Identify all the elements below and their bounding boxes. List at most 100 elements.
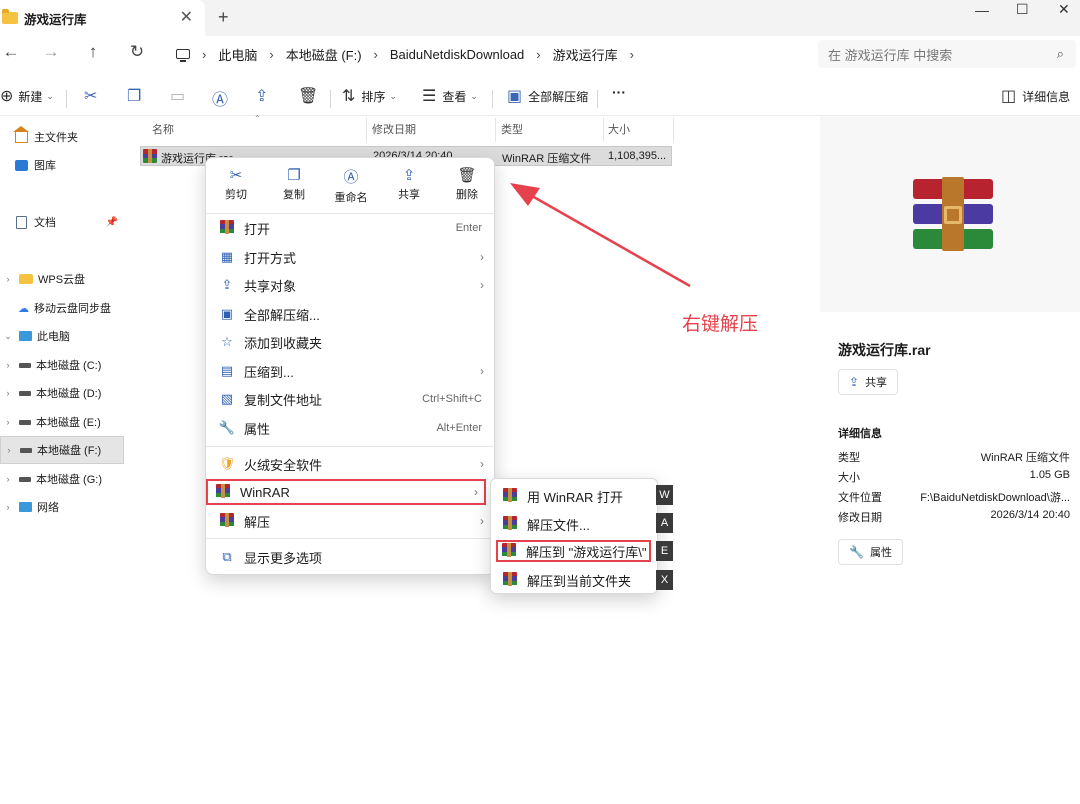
menu-item-extract-all[interactable]: ▣ 全部解压缩... [212, 301, 490, 327]
chevron-right-icon[interactable]: › [202, 47, 206, 62]
column-header-date[interactable]: 修改日期 [372, 121, 416, 137]
forward-button[interactable]: → [40, 42, 62, 62]
sidebar-item-home[interactable]: 主文件夹 [0, 124, 124, 150]
breadcrumb-item[interactable]: 游戏运行库 [553, 45, 618, 64]
ctx-rename-button[interactable]: Ⓐ 重命名 [324, 166, 378, 205]
rename-icon: Ⓐ [212, 92, 229, 109]
more-options-button[interactable]: ··· [612, 84, 626, 100]
menu-item-extract[interactable]: 解压 › [212, 508, 490, 534]
sidebar-item-drive-f[interactable]: › 本地磁盘 (F:) [0, 436, 124, 464]
delete-button[interactable]: 🗑 [298, 86, 318, 106]
rename-button[interactable]: Ⓐ [212, 86, 228, 110]
menu-item-winrar[interactable]: WinRAR › [206, 479, 486, 505]
divider [330, 90, 331, 108]
maximize-button[interactable]: ☐ [1016, 1, 1029, 21]
search-input[interactable]: 在 游戏运行库 中搜索 ⌕ [818, 40, 1076, 68]
details-pane-button[interactable]: ◫ 详细信息 [1001, 86, 1070, 106]
column-header-name[interactable]: 名称 [152, 121, 174, 137]
winrar-icon [503, 487, 517, 505]
copy-button[interactable]: ❐ [127, 86, 141, 106]
details-share-button[interactable]: ⇪ 共享 [838, 369, 899, 395]
menu-item-open-with[interactable]: ▦ 打开方式 › [212, 244, 490, 270]
paste-button[interactable]: ▭ [170, 86, 185, 106]
sidebar-item-gallery[interactable]: 图库 [0, 152, 124, 178]
menu-item-compress-to[interactable]: ▤ 压缩到... › [212, 358, 490, 384]
sidebar-item-this-pc[interactable]: ⌄ 此电脑 [0, 323, 124, 349]
column-header-type[interactable]: 类型 [501, 121, 523, 137]
chevron-right-icon[interactable]: › [269, 47, 273, 62]
sidebar-item-network[interactable]: › 网络 [0, 494, 124, 520]
sidebar-item-drive-c[interactable]: › 本地磁盘 (C:) [0, 352, 124, 378]
winrar-icon [214, 483, 232, 501]
share-button[interactable]: ⇪ [255, 86, 268, 106]
chevron-right-icon[interactable]: › [4, 445, 14, 455]
tab-active[interactable]: 游戏运行库 ✕ [0, 0, 205, 36]
cut-button[interactable]: ✂ [84, 86, 97, 106]
column-header-size[interactable]: 大小 [608, 121, 630, 137]
sidebar-item-drive-e[interactable]: › 本地磁盘 (E:) [0, 409, 124, 435]
sidebar-item-mobile-cloud[interactable]: ☁ 移动云盘同步盘 [0, 295, 124, 321]
submenu-item-label: 解压文件... [527, 517, 590, 533]
ctx-share-button[interactable]: ⇪ 共享 [382, 166, 436, 202]
menu-item-more-options[interactable]: ⧉ 显示更多选项 [212, 544, 490, 570]
chevron-down-icon[interactable]: ⌄ [3, 331, 13, 342]
extract-all-button[interactable]: ▣ 全部解压缩 [507, 86, 588, 106]
view-label: 查看 [442, 89, 467, 104]
sidebar-item-drive-g[interactable]: › 本地磁盘 (G:) [0, 466, 124, 492]
scissors-icon: ✂ [84, 88, 98, 105]
ctx-cut-button[interactable]: ✂ 剪切 [209, 166, 263, 202]
command-bar: ⊕ 新建 ⌄ ✂ ❐ ▭ Ⓐ ⇪ 🗑 ⇅ 排序 ⌄ ☰ 查看 ⌄ ▣ 全部解压缩… [0, 78, 1080, 116]
column-divider[interactable] [673, 118, 674, 142]
ctx-copy-button[interactable]: ❐ 复制 [267, 166, 321, 202]
menu-item-share-with[interactable]: ⇪ 共享对象 › [212, 272, 490, 298]
breadcrumb[interactable]: › 此电脑 › 本地磁盘 (F:) › BaiduNetdiskDownload… [168, 40, 808, 68]
column-divider[interactable] [366, 118, 367, 142]
chevron-right-icon[interactable]: › [3, 360, 13, 370]
chevron-right-icon[interactable]: › [3, 274, 13, 284]
sidebar-item-drive-d[interactable]: › 本地磁盘 (D:) [0, 380, 124, 406]
menu-item-open[interactable]: 打开 Enter [212, 215, 490, 241]
chevron-right-icon[interactable]: › [3, 388, 13, 398]
divider [492, 90, 493, 108]
chevron-right-icon[interactable]: › [3, 417, 13, 427]
new-button[interactable]: ⊕ 新建 ⌄ [0, 86, 54, 106]
menu-item-properties[interactable]: 🔧 属性 Alt+Enter [212, 415, 490, 441]
chevron-right-icon[interactable]: › [3, 502, 13, 512]
chevron-right-icon[interactable]: › [536, 47, 540, 62]
divider [66, 90, 67, 108]
column-divider[interactable] [603, 118, 604, 142]
sidebar-item-documents[interactable]: 文档 📌 [0, 209, 124, 235]
minimize-button[interactable]: — [975, 2, 989, 22]
submenu-item-extract-to-folder[interactable]: 解压到 "游戏运行库\" [496, 540, 651, 562]
back-button[interactable]: ← [0, 42, 22, 62]
chevron-down-icon: ⌄ [470, 90, 478, 101]
submenu-item-open-winrar[interactable]: 用 WinRAR 打开 [499, 485, 653, 507]
pin-icon[interactable]: 📌 [106, 217, 118, 228]
view-button[interactable]: ☰ 查看 ⌄ [422, 86, 478, 106]
submenu-item-extract-files[interactable]: 解压文件... [499, 513, 653, 535]
breadcrumb-item[interactable]: 本地磁盘 (F:) [286, 45, 362, 64]
refresh-button[interactable]: ↻ [126, 42, 148, 62]
chevron-right-icon[interactable]: › [374, 47, 378, 62]
new-tab-button[interactable]: + [218, 7, 229, 28]
menu-item-huorong[interactable]: 🛡 火绒安全软件 › [212, 451, 490, 477]
menu-item-copy-path[interactable]: ▧ 复制文件地址 Ctrl+Shift+C [212, 386, 490, 412]
close-window-button[interactable]: ✕ [1058, 1, 1070, 21]
submenu-item-extract-here[interactable]: 解压到当前文件夹 [499, 569, 653, 591]
breadcrumb-item[interactable]: 此电脑 [218, 45, 257, 64]
sidebar-item-wps-cloud[interactable]: › WPS云盘 [0, 266, 124, 292]
menu-item-add-favorites[interactable]: ☆ 添加到收藏夹 [212, 329, 490, 355]
winrar-icon [502, 542, 516, 560]
up-button[interactable]: ↑ [82, 42, 104, 62]
properties-button[interactable]: 🔧 属性 [838, 539, 903, 565]
ctx-delete-label: 删除 [456, 189, 478, 201]
preview-area [820, 116, 1080, 312]
ctx-delete-button[interactable]: 🗑 删除 [440, 166, 494, 202]
flame-shield-icon: 🛡 [218, 456, 236, 471]
column-divider[interactable] [495, 118, 496, 142]
sort-button[interactable]: ⇅ 排序 ⌄ [342, 86, 397, 106]
chevron-right-icon[interactable]: › [630, 47, 634, 62]
tab-close-icon[interactable]: ✕ [180, 9, 193, 27]
breadcrumb-item[interactable]: BaiduNetdiskDownload [390, 47, 524, 62]
chevron-right-icon[interactable]: › [3, 474, 13, 484]
